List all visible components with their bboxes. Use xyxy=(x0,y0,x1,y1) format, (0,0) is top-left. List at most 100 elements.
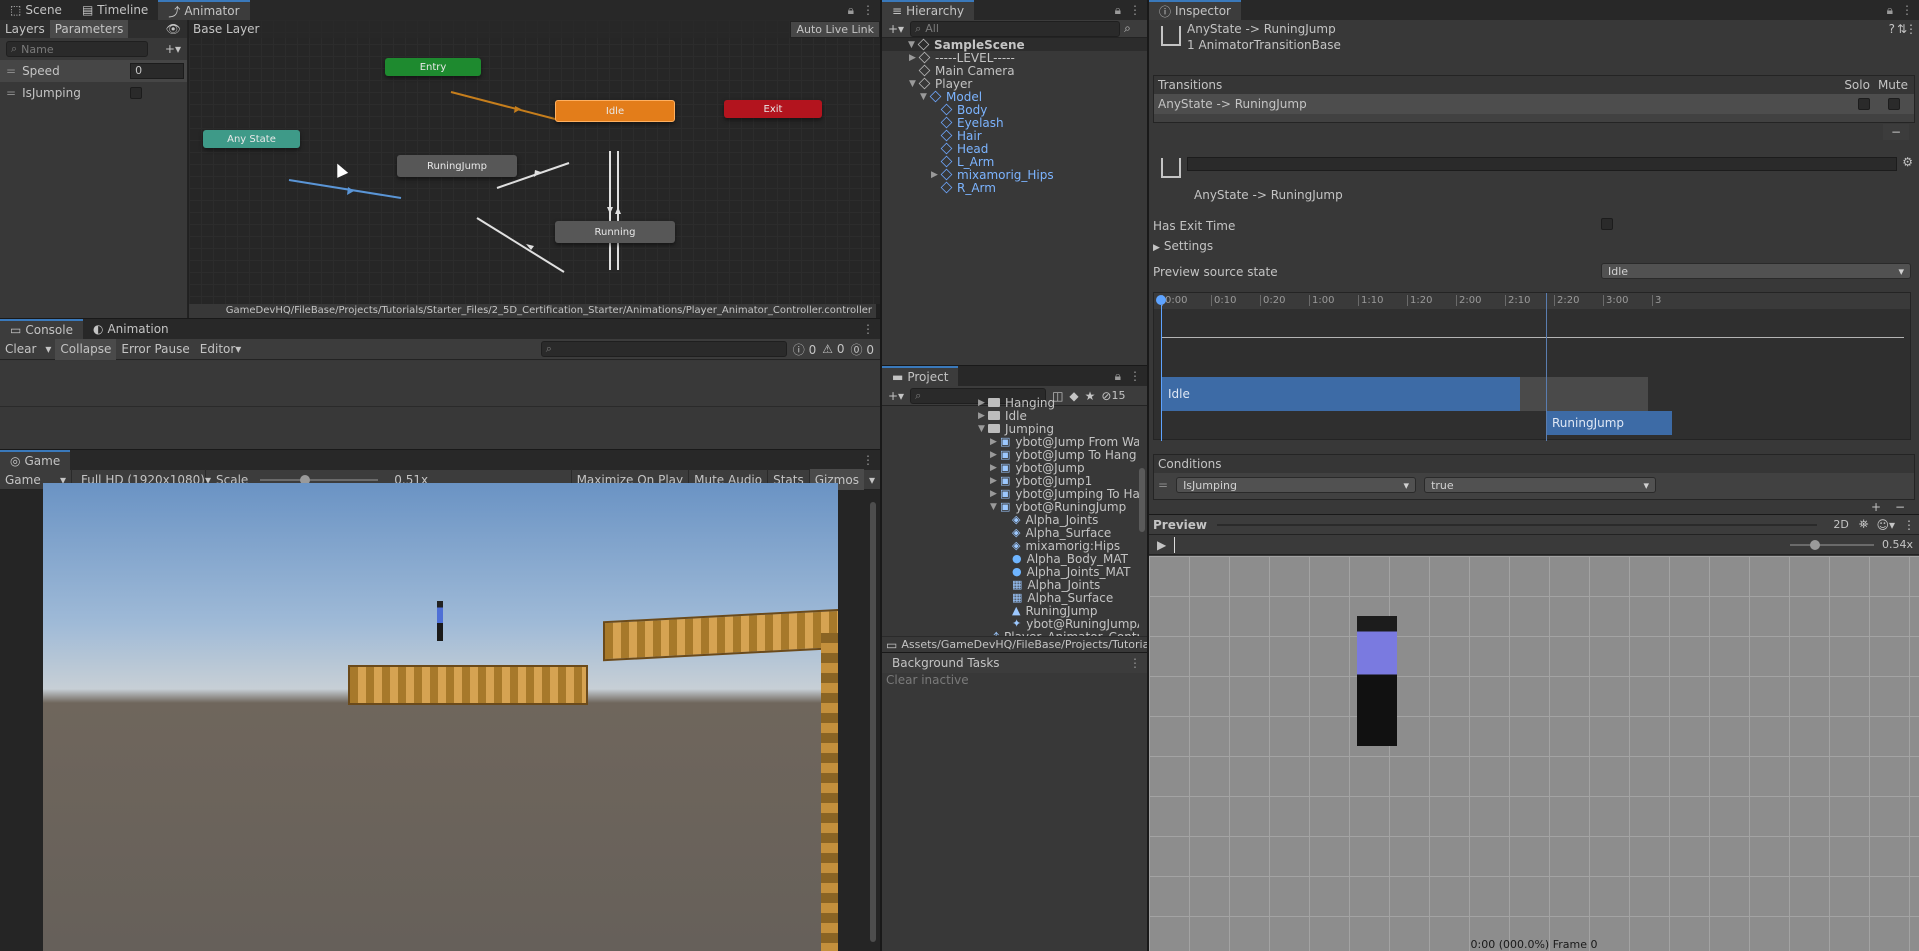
tab-hierarchy[interactable]: ≡ Hierarchy xyxy=(882,0,975,20)
hierarchy-item[interactable]: Body xyxy=(931,103,987,117)
state-any[interactable]: Any State xyxy=(203,130,300,148)
game-viewport[interactable] xyxy=(43,483,838,951)
preview-2d-toggle[interactable]: 2D xyxy=(1827,518,1854,531)
project-item[interactable]: ▶ Idle xyxy=(978,409,1027,423)
lock-icon[interactable]: 🔒︎ xyxy=(1887,3,1893,18)
tab-background-tasks[interactable]: Background Tasks xyxy=(882,653,1010,673)
help-icon[interactable]: ? xyxy=(1889,22,1895,36)
error-count[interactable]: ⓪ 0 xyxy=(851,341,874,358)
project-item[interactable]: ▲ RuningJump xyxy=(1002,604,1098,618)
project-item[interactable]: ▼ ▣ ybot@RuningJump xyxy=(990,500,1126,514)
hierarchy-item[interactable]: ▼ SampleScene xyxy=(882,38,1147,52)
hierarchy-item[interactable]: L_Arm xyxy=(931,155,994,169)
menu-icon[interactable]: ⋮ xyxy=(862,322,874,336)
condition-parameter-dropdown[interactable]: IsJumping ▾ xyxy=(1176,477,1417,493)
expand-arrow-icon[interactable]: ▶ xyxy=(931,170,941,180)
project-item[interactable]: ▼ Jumping xyxy=(978,422,1054,436)
clear-button[interactable]: Clear xyxy=(0,339,41,360)
editor-dropdown[interactable]: Editor ▾ xyxy=(195,339,247,360)
remove-condition-button[interactable]: − xyxy=(1895,500,1905,514)
collapse-button[interactable]: Collapse xyxy=(55,338,117,360)
menu-icon[interactable]: ⋮ xyxy=(862,3,874,17)
expand-arrow-icon[interactable]: ▼ xyxy=(990,502,1000,512)
project-item[interactable]: ● Alpha_Body_MAT xyxy=(1002,552,1128,566)
lock-icon[interactable]: 🔒︎ xyxy=(848,3,854,18)
drag-handle-icon[interactable]: = xyxy=(6,64,16,78)
project-item[interactable]: ● Alpha_Joints_MAT xyxy=(1002,565,1130,579)
state-runingjump[interactable]: RuningJump xyxy=(397,155,517,177)
hierarchy-search-input[interactable]: ⌕ All xyxy=(910,20,1121,37)
clear-dropdown-icon[interactable]: ▾ xyxy=(41,342,55,356)
project-item[interactable]: ▶ ▣ ybot@Jump To Hang xyxy=(990,448,1136,462)
expand-arrow-icon[interactable]: ▶ xyxy=(978,398,988,408)
tab-timeline[interactable]: ▤ Timeline xyxy=(72,0,158,20)
project-item[interactable]: ▶ ▣ ybot@Jump xyxy=(990,461,1085,475)
state-running[interactable]: Running xyxy=(555,221,675,243)
console-search-input[interactable]: ⌕ xyxy=(540,341,787,357)
hierarchy-item[interactable]: Head xyxy=(931,142,988,156)
project-item[interactable]: ▦ Alpha_Joints xyxy=(1002,578,1100,592)
expand-arrow-icon[interactable]: ▶ xyxy=(990,489,1000,499)
condition-value-dropdown[interactable]: true ▾ xyxy=(1424,477,1657,493)
project-item[interactable]: ▶ Hanging xyxy=(978,396,1055,410)
hierarchy-item[interactable]: ▼ Player xyxy=(909,77,972,91)
hierarchy-item[interactable]: ▶ -----LEVEL----- xyxy=(909,51,1015,65)
log-count[interactable]: ⓘ 0 xyxy=(793,341,816,358)
project-item[interactable]: ◈ Alpha_Surface xyxy=(1002,526,1111,540)
parameter-search-input[interactable]: ⌕ Name xyxy=(6,41,148,57)
hierarchy-item[interactable]: Hair xyxy=(931,129,982,143)
settings-foldout[interactable]: ▶ Settings xyxy=(1153,239,1213,253)
tab-animation[interactable]: ◐ Animation xyxy=(83,319,179,339)
tab-animator[interactable]: ⤴ Animator xyxy=(158,0,250,20)
mute-checkbox[interactable] xyxy=(1888,98,1900,110)
hierarchy-item[interactable]: Eyelash xyxy=(931,116,1004,130)
gizmos-dropdown-icon[interactable]: ▾ xyxy=(864,473,880,487)
remove-transition-button[interactable]: − xyxy=(1883,124,1909,140)
menu-icon[interactable]: ⋮ xyxy=(1905,22,1917,36)
tab-inspector[interactable]: ⓘ Inspector xyxy=(1149,0,1241,20)
expand-arrow-icon[interactable]: ▶ xyxy=(909,53,919,63)
preview-source-dropdown[interactable]: Idle ▾ xyxy=(1601,263,1911,279)
layers-tab[interactable]: Layers xyxy=(0,20,50,38)
menu-icon[interactable]: ⋮ xyxy=(862,453,874,467)
project-item[interactable]: ▶ ▣ ybot@Jump From Wall xyxy=(990,435,1139,449)
expand-arrow-icon[interactable]: ▶ xyxy=(978,411,988,421)
transition-timeline[interactable]: 0:00 0:10 0:20 1:00 1:10 1:20 2:00 2:10 2:20 3:00… xyxy=(1153,292,1911,441)
avatar-icon[interactable]: ☺▾ xyxy=(1872,518,1899,532)
preview-scrubber[interactable] xyxy=(1174,536,1176,553)
state-idle[interactable]: Idle xyxy=(555,100,675,122)
speed-slider[interactable] xyxy=(1789,539,1874,550)
expand-arrow-icon[interactable]: ▶ xyxy=(990,450,1000,460)
project-item[interactable]: ✦ybot@RuningJumpAvatar xyxy=(1002,617,1139,631)
hierarchy-item[interactable]: R_Arm xyxy=(931,181,996,195)
menu-icon[interactable]: ⋮ xyxy=(1901,3,1913,17)
lock-icon[interactable]: 🔒︎ xyxy=(1115,369,1121,384)
expand-arrow-icon[interactable]: ▼ xyxy=(909,79,919,89)
transition-name-field[interactable] xyxy=(1187,157,1897,171)
menu-icon[interactable]: ⋮ xyxy=(1129,3,1141,17)
expand-arrow-icon[interactable]: ▼ xyxy=(920,92,930,102)
error-pause-button[interactable]: Error Pause xyxy=(116,339,194,360)
lock-icon[interactable]: 🔒︎ xyxy=(1115,3,1121,18)
graph-area[interactable]: Base Layer Auto Live Link Entry Idle Exi… xyxy=(189,20,880,304)
solo-checkbox[interactable] xyxy=(1858,98,1870,110)
project-item[interactable]: ▶ ▣ ybot@Jump1 xyxy=(990,474,1092,488)
project-item[interactable]: ◈ mixamorig:Hips xyxy=(1002,539,1120,553)
state-exit[interactable]: Exit xyxy=(724,100,822,118)
project-item[interactable]: ◈ Alpha_Joints xyxy=(1002,513,1098,527)
drag-handle-icon[interactable]: = xyxy=(6,86,16,100)
menu-icon[interactable]: ⋮ xyxy=(1129,369,1141,383)
param-isjumping-checkbox[interactable] xyxy=(130,87,143,99)
parameters-tab[interactable]: Parameters xyxy=(49,20,129,38)
has-exit-time-checkbox[interactable] xyxy=(1601,218,1613,230)
expand-arrow-icon[interactable]: ▶ xyxy=(990,463,1000,473)
warning-count[interactable]: ⚠ 0 xyxy=(822,342,844,356)
console-log-area[interactable] xyxy=(0,361,880,407)
expand-arrow-icon[interactable]: ▼ xyxy=(908,40,918,50)
menu-icon[interactable]: ⋮ xyxy=(1129,656,1141,670)
tab-game[interactable]: ◎ Game xyxy=(0,450,71,470)
state-entry[interactable]: Entry xyxy=(385,58,481,76)
clear-inactive-button[interactable]: Clear inactive xyxy=(886,673,969,687)
expand-arrow-icon[interactable]: ▼ xyxy=(978,424,988,434)
pivot-icon[interactable]: ⛯ xyxy=(1855,517,1873,532)
